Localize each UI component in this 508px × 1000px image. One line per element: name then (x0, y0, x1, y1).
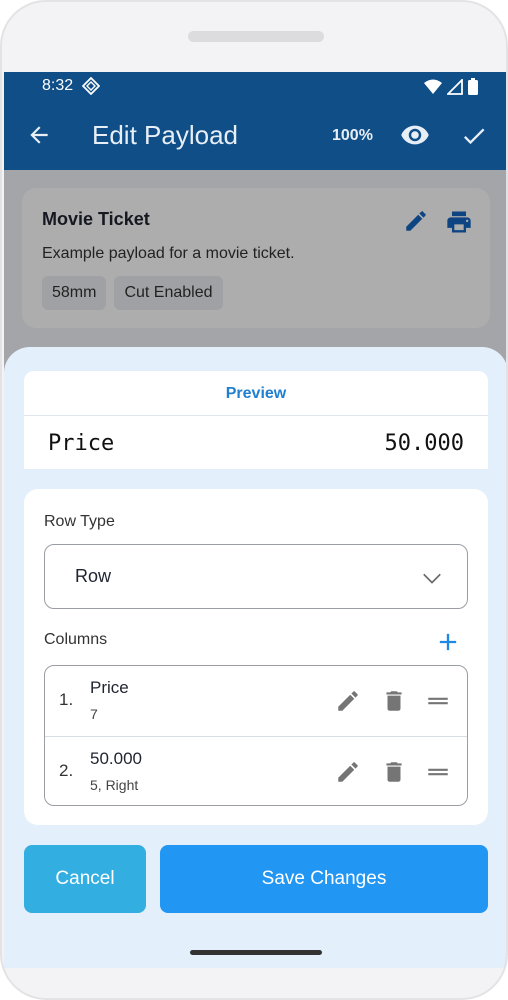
wifi-icon (424, 79, 442, 100)
column-title: 50.000 (90, 749, 142, 768)
status-time: 8:32 (42, 77, 74, 94)
phone-speaker (188, 31, 324, 42)
preview-divider (24, 415, 488, 416)
column-item[interactable]: 1. Price 7 (45, 666, 467, 736)
columns-label: Columns (44, 631, 108, 648)
drag-handle-icon[interactable] (425, 688, 451, 719)
column-title: Price (90, 678, 129, 697)
column-item[interactable]: 2. 50.000 5, Right (45, 736, 467, 805)
row-type-label: Row Type (44, 513, 115, 530)
phone-frame: 8:32 Edit Payload 100% Movie Ticket Exam… (0, 0, 508, 1000)
save-changes-button[interactable]: Save Changes (160, 845, 488, 913)
pencil-icon[interactable] (335, 688, 361, 719)
chevron-down-icon (421, 567, 443, 594)
edit-row-sheet: Preview Price 50.000 Row Type Row Column… (4, 347, 506, 968)
preview-panel: Preview Price 50.000 (24, 371, 488, 469)
preview-left-text: Price (48, 431, 115, 456)
check-icon[interactable] (460, 122, 488, 155)
back-arrow-icon[interactable] (26, 122, 52, 153)
app-bar: 8:32 Edit Payload 100% (4, 72, 506, 170)
battery-icon (468, 78, 478, 100)
preview-right-text: 50.000 (384, 431, 464, 456)
eye-icon[interactable] (400, 120, 430, 155)
signal-icon (445, 77, 463, 100)
column-subtitle: 7 (90, 706, 98, 722)
toolbar: Edit Payload 100% (4, 102, 506, 170)
trash-icon[interactable] (381, 759, 407, 790)
columns-list: 1. Price 7 2. 50.000 5, Right (44, 665, 468, 806)
screen: 8:32 Edit Payload 100% Movie Ticket Exam… (4, 72, 506, 968)
row-type-value: Row (75, 566, 112, 586)
add-column-icon[interactable] (434, 628, 462, 661)
dnd-icon (81, 76, 101, 100)
row-form: Row Type Row Columns 1. Price 7 2. 50.00… (24, 489, 488, 825)
page-title: Edit Payload (92, 120, 238, 150)
status-bar: 8:32 (4, 72, 506, 102)
column-subtitle: 5, Right (90, 777, 139, 793)
row-type-dropdown[interactable]: Row (44, 544, 468, 609)
trash-icon[interactable] (381, 688, 407, 719)
drag-handle-icon[interactable] (425, 759, 451, 790)
home-indicator[interactable] (190, 950, 322, 955)
preview-label: Preview (225, 385, 287, 402)
system-icons (424, 77, 478, 100)
pencil-icon[interactable] (335, 759, 361, 790)
cancel-button[interactable]: Cancel (24, 845, 146, 913)
zoom-level[interactable]: 100% (332, 127, 373, 145)
column-index: 1. (59, 690, 74, 709)
column-index: 2. (59, 761, 74, 780)
